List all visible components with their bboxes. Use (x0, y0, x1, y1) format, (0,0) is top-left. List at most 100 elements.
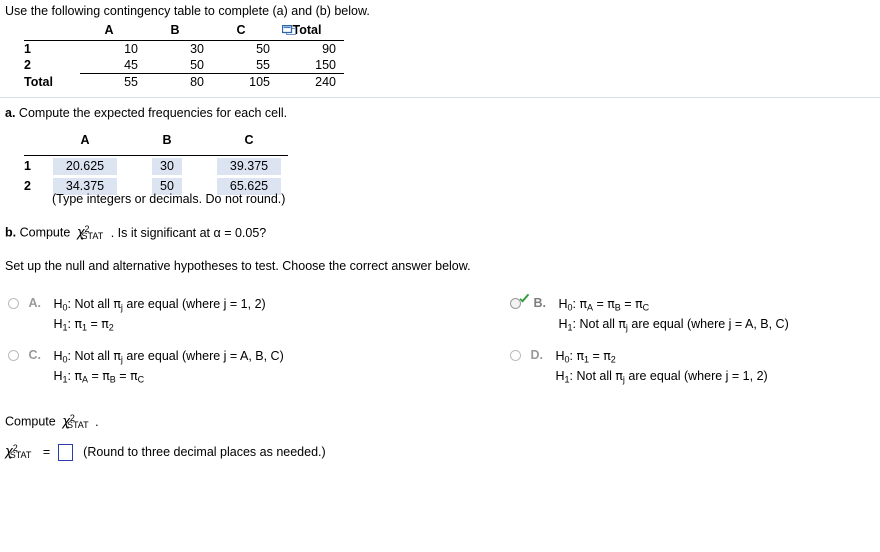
chi-square-answer-input[interactable] (57, 443, 73, 461)
expected-header-row: A B C (24, 130, 288, 152)
choice-b-h1: H1: Not all πj are equal (where j = A, B… (558, 315, 789, 333)
table-total-row: Total 55 80 105 240 (24, 73, 344, 90)
choice-letter-b: B. (533, 296, 546, 310)
row-label-1: 1 (24, 42, 31, 56)
choice-d-body: H0: π1 = π2 H1: Not all πj are equal (wh… (555, 348, 767, 384)
hypothesis-instruction: Set up the null and alternative hypothes… (5, 259, 471, 273)
radio-button-a[interactable] (8, 298, 19, 310)
row-label-2: 2 (24, 58, 31, 73)
expected-row-label-2: 2 (24, 179, 31, 193)
chi-subscript: STAT (9, 450, 32, 461)
part-a-note: (Type integers or decimals. Do not round… (52, 192, 286, 206)
expected-input-1-c[interactable]: 39.375 (217, 157, 281, 175)
choice-option-c[interactable]: C. H0: Not all πj are equal (where j = A… (8, 348, 284, 384)
choice-option-d[interactable]: D. H0: π1 = π2 H1: Not all πj are equal … (510, 348, 768, 384)
h0-label: H (53, 349, 63, 363)
cell-1-total: 90 (322, 42, 336, 56)
cell-1-c: 50 (256, 42, 270, 56)
choice-b-h0: H0: πA = πB = πC (558, 296, 650, 313)
h1-label: H (555, 368, 565, 383)
choice-c-h1: H1: πA = πB = πC (53, 367, 145, 385)
pi-symbol: π (130, 367, 138, 383)
chi-subscript: STAT (66, 420, 89, 431)
choice-c-h0: H0: Not all πj are equal (where j = A, B… (53, 348, 284, 365)
choice-letter-c: C. (28, 348, 41, 362)
part-b-heading: b. Compute χ2STAT . Is it significant at… (5, 224, 266, 241)
compute-prompt-text: Compute (5, 414, 56, 429)
pi-symbol: π (74, 315, 82, 331)
pi-symbol: π (102, 367, 110, 383)
expected-row-label-1: 1 (24, 159, 31, 173)
expected-column-header-a: A (80, 133, 90, 147)
cell-total-total: 240 (278, 73, 344, 90)
chi-square-stat-symbol: χ2STAT (62, 413, 88, 430)
corner-cell (24, 130, 46, 152)
table-header-row: A B C Total (24, 22, 344, 38)
expected-column-header-b: B (162, 133, 172, 147)
cell-2-b: 50 (190, 58, 204, 72)
checkmark-icon (519, 294, 530, 303)
expected-frequency-table: A B C 1 20.625 30 39.375 2 34.375 50 65.… (24, 130, 288, 196)
cell-1-a: 10 (124, 42, 138, 56)
h1-label: H (53, 316, 63, 331)
part-b-text-before: Compute (19, 225, 71, 240)
choice-d-h0: H0: π1 = π2 (555, 348, 616, 365)
expected-column-header-c: C (244, 133, 254, 147)
compute-prompt: Compute χ2STAT . (5, 413, 99, 430)
pi-symbol: π (101, 315, 109, 331)
pi-symbol: π (603, 348, 611, 363)
pi-symbol: π (635, 296, 643, 311)
column-header-a: A (104, 23, 114, 37)
intro-text: Use the following contingency table to c… (5, 4, 370, 18)
cell-total-c: 105 (212, 73, 278, 90)
row-label-total: Total (24, 74, 53, 89)
choice-a-body: H0: Not all πj are equal (where j = 1, 2… (53, 296, 265, 332)
pi-symbol: π (579, 296, 587, 311)
section-divider (0, 97, 880, 98)
cell-total-a: 55 (80, 73, 146, 90)
table-row: 1 10 30 50 90 (24, 41, 344, 58)
column-header-c: C (236, 23, 246, 37)
choice-letter-d: D. (530, 348, 543, 362)
cell-2-c: 55 (256, 58, 270, 72)
cell-total-b: 80 (146, 73, 212, 90)
radio-button-d[interactable] (510, 350, 521, 362)
radio-button-c[interactable] (8, 350, 19, 362)
column-header-b: B (170, 23, 180, 37)
expected-input-1-a[interactable]: 20.625 (53, 157, 117, 175)
choice-c-body: H0: Not all πj are equal (where j = A, B… (53, 348, 283, 384)
table-row: 2 45 50 55 150 (24, 57, 344, 74)
table-row: 1 20.625 30 39.375 (24, 156, 288, 176)
choice-b-body: H0: πA = πB = πC H1: Not all πj are equa… (558, 296, 788, 332)
copy-icon[interactable] (281, 24, 296, 41)
choice-option-a[interactable]: A. H0: Not all πj are equal (where j = 1… (8, 296, 266, 332)
chi-square-answer-row: χ2STAT = (Round to three decimal places … (5, 443, 326, 461)
compute-prompt-period: . (95, 414, 99, 429)
expected-input-1-b[interactable]: 30 (152, 157, 182, 175)
equals-sign: = (42, 444, 51, 459)
choice-a-h0: H0: Not all πj are equal (where j = 1, 2… (53, 296, 266, 313)
corner-cell (24, 22, 80, 38)
part-a-text: Compute the expected frequencies for eac… (18, 106, 288, 120)
h1-label: H (558, 316, 568, 331)
part-a-label: a. (5, 106, 16, 120)
h0-label: H (558, 297, 568, 311)
choice-letter-a: A. (28, 296, 41, 310)
chi-square-stat-symbol: χ2STAT (5, 443, 31, 460)
pi-symbol: π (576, 348, 584, 363)
pi-symbol: π (615, 367, 623, 383)
cell-2-total: 150 (315, 58, 336, 72)
h0-label: H (53, 297, 63, 311)
part-b-label: b. (5, 225, 17, 240)
pi-symbol: π (607, 296, 615, 311)
cell-1-b: 30 (190, 42, 204, 56)
part-a-heading: a. Compute the expected frequencies for … (5, 106, 287, 120)
h1-label: H (53, 368, 63, 383)
pi-symbol: π (618, 315, 626, 331)
choice-d-h1: H1: Not all πj are equal (where j = 1, 2… (555, 367, 768, 385)
round-hint: (Round to three decimal places as needed… (83, 444, 326, 459)
contingency-table: A B C Total 1 10 30 50 90 2 45 50 55 150… (24, 22, 344, 90)
choice-option-b[interactable]: B. H0: πA = πB = πC H1: Not all πj are e… (510, 294, 789, 332)
pi-symbol: π (113, 296, 121, 311)
h0-label: H (555, 349, 565, 363)
